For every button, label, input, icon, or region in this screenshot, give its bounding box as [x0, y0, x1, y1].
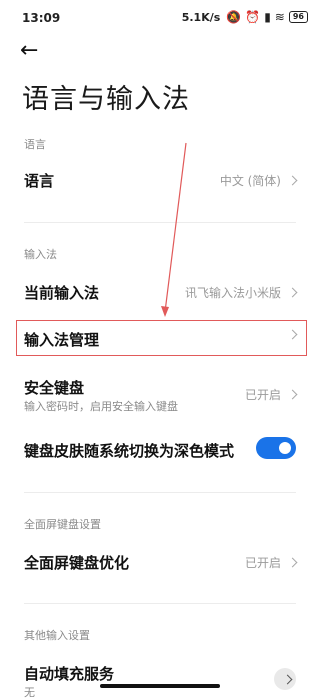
language-row-value[interactable]: 中文 (简体)	[219, 172, 298, 189]
page-title: 语言与输入法	[22, 84, 190, 115]
chevron-right-icon	[282, 674, 293, 685]
section-label-other: 其他输入设置	[24, 629, 90, 642]
secure-keyboard-value-row[interactable]: 已开启	[244, 386, 298, 403]
fullscreen-optimization-value: 已开启	[244, 556, 281, 570]
section-label-input-method: 输入法	[24, 248, 57, 261]
input-method-manage-chevron-row[interactable]	[285, 329, 298, 340]
annotation-arrow-head	[161, 306, 169, 317]
status-time: 13:09	[22, 11, 61, 25]
dark-mode-keyboard-title: 键盘皮肤随系统切换为深色模式	[24, 442, 235, 460]
autofill-title[interactable]: 自动填充服务	[24, 663, 114, 684]
divider	[24, 222, 296, 223]
current-input-method-value-row[interactable]: 讯飞输入法小米版	[184, 284, 298, 301]
fullscreen-optimization-value-row[interactable]: 已开启	[244, 554, 298, 571]
autofill-chevron-button[interactable]	[274, 668, 296, 690]
chevron-right-icon	[287, 175, 298, 186]
chevron-right-icon	[287, 329, 298, 340]
language-value: 中文 (简体)	[219, 174, 281, 188]
chevron-right-icon	[287, 287, 298, 298]
autofill-value: 无	[24, 686, 35, 699]
status-icons: 5.1K/s 🔕 ⏰ ▮ ≋ 96	[182, 10, 308, 24]
secure-keyboard-subtitle: 输入密码时，启用安全输入键盘	[24, 400, 178, 413]
wifi-icon: ≋	[274, 10, 285, 24]
status-bar: 13:09 5.1K/s 🔕 ⏰ ▮ ≋ 96	[0, 0, 320, 36]
toggle-knob	[279, 442, 291, 454]
secure-keyboard-title[interactable]: 安全键盘	[24, 377, 84, 398]
current-input-method-value: 讯飞输入法小米版	[184, 286, 281, 300]
mute-icon: 🔕	[226, 10, 242, 24]
annotation-arrow-line	[164, 142, 187, 313]
current-input-method-title[interactable]: 当前输入法	[24, 282, 99, 303]
home-indicator	[100, 684, 220, 688]
network-speed: 5.1K/s	[181, 10, 221, 24]
fullscreen-optimization-title[interactable]: 全面屏键盘优化	[24, 552, 129, 573]
section-label-fullscreen: 全面屏键盘设置	[24, 518, 101, 531]
alarm-icon: ⏰	[245, 10, 261, 24]
back-arrow-icon[interactable]: ←	[20, 40, 44, 64]
dark-mode-toggle[interactable]	[256, 437, 296, 459]
language-row-title[interactable]: 语言	[24, 170, 54, 191]
signal-icon: ▮	[264, 10, 271, 24]
divider	[24, 603, 296, 604]
battery-icon: 96	[288, 11, 308, 23]
input-method-manage-title[interactable]: 输入法管理	[24, 329, 99, 350]
secure-keyboard-value: 已开启	[244, 388, 281, 402]
section-label-language: 语言	[24, 138, 46, 151]
divider	[24, 492, 296, 493]
chevron-right-icon	[287, 557, 298, 568]
chevron-right-icon	[287, 389, 298, 400]
